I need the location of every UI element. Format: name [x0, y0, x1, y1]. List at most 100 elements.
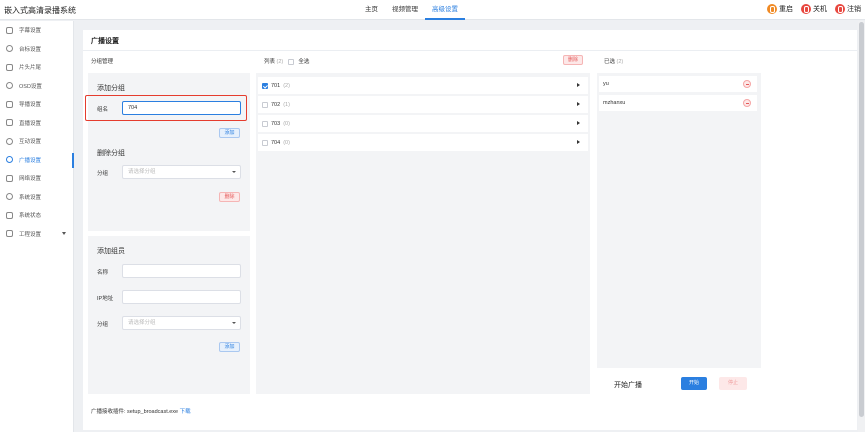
delete-group-select[interactable]: 请选择分组: [122, 165, 241, 179]
scrollbar-thumb[interactable]: [859, 22, 864, 417]
chevron-down-icon: [232, 171, 236, 173]
divider: [83, 50, 857, 51]
sidebar-item-label: 字幕设置: [19, 28, 42, 35]
group-card: 添加分组 组名 704 添加 删除分组 分组 请选择分组 删除: [85, 73, 250, 231]
nav-advanced-settings[interactable]: 高级设置: [425, 0, 465, 20]
group-name: 701: [271, 82, 281, 89]
expand-arrow-icon[interactable]: [577, 83, 580, 87]
group-name: 702: [271, 101, 281, 108]
sidebar-item-logo[interactable]: 台标设置: [0, 40, 73, 59]
list-item[interactable]: 703 (0): [258, 115, 588, 132]
logout-icon: [835, 4, 845, 14]
group-count: (0): [283, 120, 290, 127]
sidebar-item-label: 网络设置: [19, 176, 42, 183]
sidebar-item-interact[interactable]: 互动设置: [0, 132, 73, 151]
status-icon: [6, 211, 13, 219]
sidebar: 字幕设置 台标设置 片头片尾 OSD设置 导播设置 直播设置 互动设置 广播设置…: [0, 21, 74, 432]
remove-icon[interactable]: [743, 80, 751, 88]
plugin-text: 广播接收插件: setup_broadcast.exe: [91, 409, 179, 415]
nav-home[interactable]: 主页: [358, 0, 385, 20]
logout-label: 注销: [847, 6, 861, 13]
group-name: 703: [271, 120, 281, 127]
checkbox[interactable]: [262, 139, 268, 146]
app-title: 嵌入式高清录播系统: [4, 6, 76, 15]
chevron-down-icon: [232, 322, 236, 324]
delete-group-button[interactable]: 删除: [219, 192, 240, 202]
sidebar-item-director[interactable]: 导播设置: [0, 95, 73, 114]
sidebar-item-label: 系统状态: [19, 213, 42, 220]
list-item[interactable]: 702 (1): [258, 96, 588, 113]
chevron-down-icon: [62, 231, 66, 235]
broadcast-panel: 广播设置 分组管理 添加分组 组名 704 添加 删除分组 分组 请选择分组 删…: [83, 30, 857, 430]
sidebar-item-broadcast[interactable]: 广播设置: [0, 151, 74, 170]
checkbox[interactable]: [262, 82, 268, 89]
director-icon: [6, 100, 13, 108]
sidebar-item-label: 导播设置: [19, 102, 42, 109]
sidebar-item-label: OSD设置: [19, 83, 42, 90]
page-title: 广播设置: [91, 38, 119, 45]
network-icon: [6, 174, 13, 182]
member-name: yu: [603, 81, 609, 87]
top-bar: 嵌入式高清录播系统 主页 视频管理 高级设置 重启 关机 注销: [0, 0, 865, 20]
delete-group-heading: 删除分组: [97, 150, 125, 157]
nav-video-management[interactable]: 视频管理: [385, 0, 425, 20]
restart-icon: [767, 4, 777, 14]
list-delete-button[interactable]: 删除: [563, 55, 583, 65]
select-all-checkbox[interactable]: [287, 58, 294, 65]
restart-label: 重启: [779, 6, 793, 13]
expand-arrow-icon[interactable]: [577, 102, 580, 106]
start-broadcast-button[interactable]: 开始: [681, 377, 707, 390]
sidebar-item-label: 工程设置: [19, 231, 42, 238]
sidebar-item-osd[interactable]: OSD设置: [0, 77, 73, 96]
expand-arrow-icon[interactable]: [577, 140, 580, 144]
member-group-placeholder: 请选择分组: [128, 320, 156, 326]
top-nav: 主页 视频管理 高级设置: [358, 0, 465, 20]
add-member-button[interactable]: 添加: [219, 342, 240, 352]
member-name-label: 名称: [97, 270, 109, 276]
stop-broadcast-button[interactable]: 停止: [719, 377, 747, 390]
sidebar-item-label: 广播设置: [19, 157, 42, 164]
member-name-input[interactable]: [122, 264, 241, 278]
add-member-heading: 添加组员: [97, 248, 125, 255]
expand-arrow-icon[interactable]: [577, 121, 580, 125]
sidebar-item-system[interactable]: 系统设置: [0, 188, 73, 207]
group-list: 701 (2) 702 (1) 703 (0) 704 (0): [256, 73, 590, 394]
selected-count: (2): [616, 59, 624, 65]
group-count: (0): [283, 139, 290, 146]
sidebar-item-label: 台标设置: [19, 46, 42, 53]
add-group-button[interactable]: 添加: [219, 128, 240, 138]
live-icon: [6, 119, 13, 127]
sidebar-item-subtitle[interactable]: 字幕设置: [0, 21, 73, 40]
system-icon: [6, 193, 13, 201]
sidebar-item-network[interactable]: 网络设置: [0, 169, 73, 188]
interact-icon: [6, 137, 13, 145]
member-group-label: 分组: [97, 322, 109, 328]
broadcast-label: 开始广播: [614, 382, 642, 389]
restart-button[interactable]: 重启: [767, 4, 793, 14]
logo-icon: [6, 45, 13, 53]
delete-group-label: 分组: [97, 171, 109, 177]
select-all-label: 全选: [298, 59, 310, 65]
ip-input[interactable]: [122, 290, 241, 304]
list-count: (2): [276, 59, 284, 65]
list-item[interactable]: 701 (2): [258, 77, 588, 94]
list-item[interactable]: 704 (0): [258, 134, 588, 151]
shutdown-label: 关机: [813, 6, 827, 13]
sidebar-item-live[interactable]: 直播设置: [0, 114, 73, 133]
list-header: 列表 (2) 全选: [264, 57, 309, 65]
sidebar-item-intro-outro[interactable]: 片头片尾: [0, 58, 73, 77]
member-group-select[interactable]: 请选择分组: [122, 316, 241, 330]
selected-label: 已选: [604, 59, 616, 65]
sidebar-item-project[interactable]: 工程设置: [0, 225, 73, 244]
logout-button[interactable]: 注销: [835, 4, 861, 14]
ip-label: IP地址: [97, 296, 114, 302]
remove-icon[interactable]: [743, 99, 751, 107]
download-link[interactable]: 下载: [180, 409, 191, 415]
checkbox[interactable]: [262, 101, 268, 108]
shutdown-button[interactable]: 关机: [801, 4, 827, 14]
group-manage-label: 分组管理: [91, 59, 114, 65]
checkbox[interactable]: [262, 120, 268, 127]
group-count: (1): [283, 101, 290, 108]
sidebar-item-status[interactable]: 系统状态: [0, 206, 73, 225]
subtitle-icon: [6, 26, 13, 34]
